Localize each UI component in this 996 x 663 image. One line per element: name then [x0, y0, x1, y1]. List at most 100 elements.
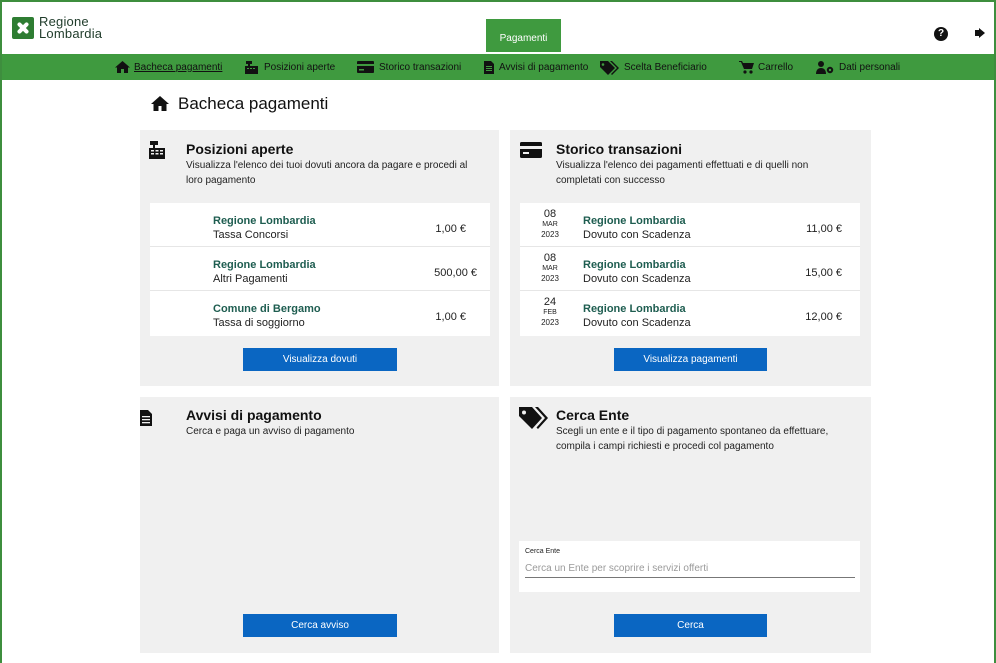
nav-label: Avvisi di pagamento — [499, 61, 589, 73]
page-title: Bacheca pagamenti — [151, 94, 328, 114]
credit-card-icon — [357, 60, 375, 74]
date-month: MAR — [542, 221, 558, 228]
rosa-camuna-logo-icon — [12, 17, 34, 39]
tags-icon — [600, 60, 620, 75]
nav-label: Carrello — [758, 61, 794, 73]
top-header: Regione Lombardia Pagamenti ? — [2, 2, 994, 54]
storico-list: 08 MAR 2023 Regione Lombardia Dovuto con… — [520, 203, 860, 336]
list-item[interactable]: 08 MAR 2023 Regione Lombardia Dovuto con… — [520, 247, 860, 291]
transaction-date: 08 MAR 2023 — [520, 253, 580, 284]
nav-avvisi-di-pagamento[interactable]: Avvisi di pagamento — [484, 54, 588, 80]
card-avvisi-di-pagamento: Avvisi di pagamento Cerca e paga un avvi… — [140, 397, 499, 653]
transaction-date: 08 MAR 2023 — [520, 209, 580, 240]
ente-name: Regione Lombardia — [583, 303, 686, 315]
payment-amount: 15,00 € — [805, 267, 842, 279]
ente-name: Regione Lombardia — [213, 215, 316, 227]
help-icon[interactable]: ? — [934, 27, 948, 41]
transaction-date: 24 FEB 2023 — [520, 297, 580, 328]
home-icon — [115, 60, 130, 74]
posizioni-list: Regione Lombardia Tassa Concorsi 1,00 € … — [150, 203, 490, 336]
card-storico-transazioni: Storico transazioni Visualizza l'elenco … — [510, 130, 871, 386]
user-cog-icon — [816, 60, 835, 74]
card-posizioni-aperte: Posizioni aperte Visualizza l'elenco dei… — [140, 130, 499, 386]
nav-posizioni-aperte[interactable]: Posizioni aperte — [245, 54, 335, 80]
card-description: Visualizza l'elenco dei tuoi dovuti anco… — [186, 158, 467, 188]
list-item[interactable]: Regione Lombardia Altri Pagamenti 500,00… — [150, 247, 490, 291]
regione-lombardia-logo[interactable]: Regione Lombardia — [12, 15, 103, 41]
cerca-avviso-button[interactable]: Cerca avviso — [243, 614, 397, 637]
date-day: 08 — [543, 252, 557, 264]
payment-description: Altri Pagamenti — [213, 273, 288, 285]
visualizza-pagamenti-button[interactable]: Visualizza pagamenti — [614, 348, 767, 371]
list-item[interactable]: 24 FEB 2023 Regione Lombardia Dovuto con… — [520, 291, 860, 335]
nav-bacheca-pagamenti[interactable]: Bacheca pagamenti — [115, 54, 222, 80]
nav-scelta-beneficiario[interactable]: Scelta Beneficiario — [600, 54, 707, 80]
logout-icon[interactable] — [974, 27, 988, 41]
list-item[interactable]: Comune di Bergamo Tassa di soggiorno 1,0… — [150, 291, 490, 335]
nav-storico-transazioni[interactable]: Storico transazioni — [357, 54, 461, 80]
payment-amount: 1,00 € — [435, 223, 466, 235]
cerca-ente-field: Cerca Ente — [519, 541, 860, 592]
card-description: Cerca e paga un avviso di pagamento — [186, 426, 355, 437]
card-title: Storico transazioni — [556, 141, 683, 157]
date-year: 2023 — [541, 274, 559, 283]
document-icon — [484, 60, 495, 74]
credit-card-icon — [520, 142, 542, 160]
payment-description: Dovuto con Scadenza — [583, 317, 691, 329]
card-description-line: completati con successo — [556, 175, 665, 186]
main-navbar: Bacheca pagamenti Posizioni aperte Stori… — [2, 54, 994, 80]
payment-amount: 1,00 € — [435, 311, 466, 323]
card-description-line: Visualizza l'elenco dei pagamenti effett… — [556, 160, 809, 171]
card-description-line: Scegli un ente e il tipo di pagamento sp… — [556, 426, 829, 437]
date-day: 08 — [543, 208, 557, 220]
document-icon — [140, 410, 152, 428]
ente-name: Regione Lombardia — [213, 259, 316, 271]
ente-name: Regione Lombardia — [583, 215, 686, 227]
card-title: Cerca Ente — [556, 407, 630, 423]
cerca-button[interactable]: Cerca — [614, 614, 767, 637]
nav-carrello[interactable]: Carrello — [739, 54, 793, 80]
card-description: Scegli un ente e il tipo di pagamento sp… — [556, 424, 828, 454]
cart-icon — [739, 60, 754, 74]
nav-label: Bacheca pagamenti — [134, 61, 223, 73]
cash-register-icon — [245, 60, 260, 74]
card-title: Avvisi di pagamento — [186, 407, 322, 423]
home-icon — [151, 96, 169, 112]
payment-amount: 11,00 € — [806, 223, 842, 235]
nav-dati-personali[interactable]: Dati personali — [816, 54, 900, 80]
logo-line-2: Lombardia — [39, 26, 103, 41]
payment-amount: 12,00 € — [805, 311, 842, 323]
payment-description: Dovuto con Scadenza — [583, 273, 691, 285]
list-item[interactable]: Regione Lombardia Tassa Concorsi 1,00 € — [150, 203, 490, 247]
date-month: FEB — [543, 309, 557, 316]
nav-label: Dati personali — [839, 61, 901, 73]
card-cerca-ente: Cerca Ente Scegli un ente e il tipo di p… — [510, 397, 871, 653]
nav-label: Posizioni aperte — [264, 61, 336, 73]
visualizza-dovuti-button[interactable]: Visualizza dovuti — [243, 348, 397, 371]
tab-pagamenti[interactable]: Pagamenti — [486, 19, 561, 52]
payment-amount: 500,00 € — [434, 267, 477, 279]
nav-label: Storico transazioni — [379, 61, 462, 73]
card-description-line: compila i campi richiesti e procedi col … — [556, 441, 774, 452]
date-month: MAR — [542, 265, 558, 272]
payment-description: Tassa di soggiorno — [213, 317, 305, 329]
tags-icon — [519, 407, 549, 429]
nav-label: Scelta Beneficiario — [624, 61, 707, 73]
card-description: Visualizza l'elenco dei pagamenti effett… — [556, 158, 808, 188]
payment-description: Dovuto con Scadenza — [583, 229, 691, 241]
ente-name: Regione Lombardia — [583, 259, 686, 271]
date-year: 2023 — [541, 230, 559, 239]
card-description-line: loro pagamento — [186, 175, 256, 186]
logo-text: Regione Lombardia — [39, 15, 103, 41]
ente-name: Comune di Bergamo — [213, 303, 321, 315]
cerca-ente-label: Cerca Ente — [525, 548, 561, 555]
page-title-text: Bacheca pagamenti — [178, 94, 329, 113]
cerca-ente-input[interactable] — [525, 560, 855, 578]
date-day: 24 — [543, 296, 557, 308]
card-description-line: Visualizza l'elenco dei tuoi dovuti anco… — [186, 160, 468, 171]
date-year: 2023 — [541, 318, 559, 327]
list-item[interactable]: 08 MAR 2023 Regione Lombardia Dovuto con… — [520, 203, 860, 247]
card-title: Posizioni aperte — [186, 141, 294, 157]
payment-description: Tassa Concorsi — [213, 229, 289, 241]
cash-register-icon — [149, 141, 165, 159]
